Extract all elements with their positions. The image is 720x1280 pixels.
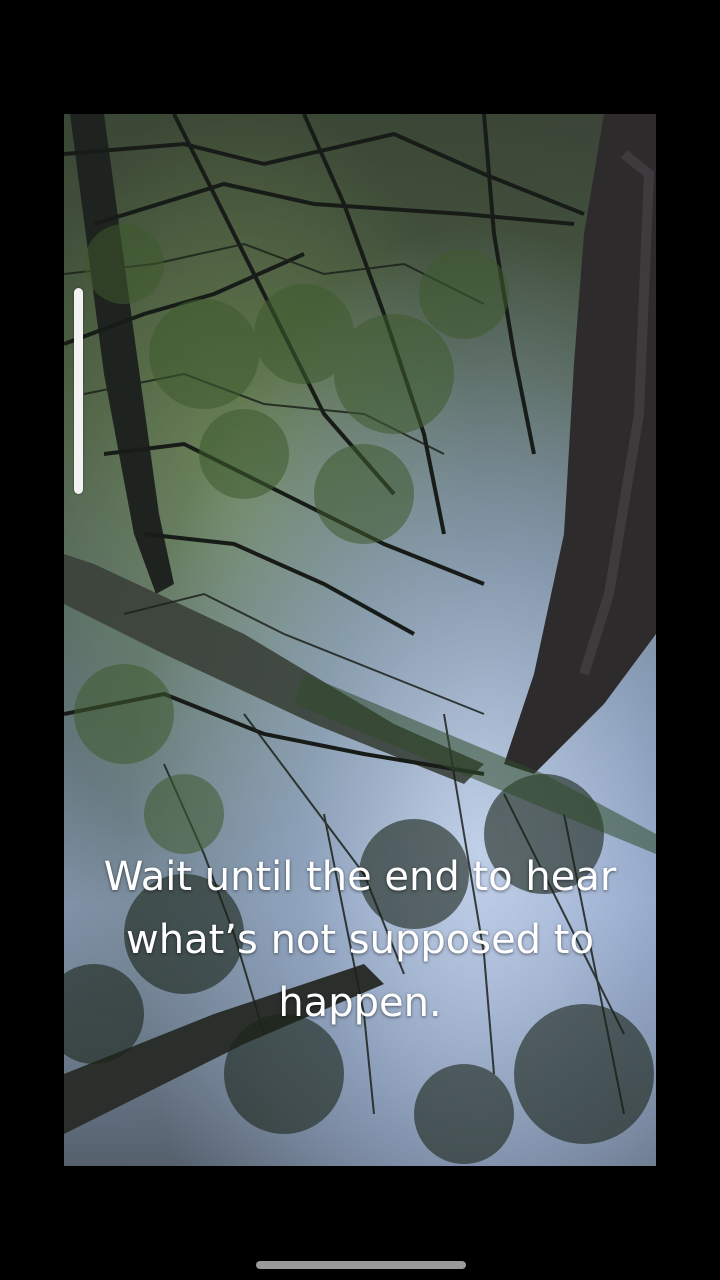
home-indicator[interactable] xyxy=(256,1261,466,1269)
caption-line: Wait until the end to hear xyxy=(103,854,617,900)
caption-line: happen. xyxy=(278,980,442,1026)
video-progress-bar[interactable] xyxy=(74,288,83,494)
video-caption: Wait until the end to hear what’s not su… xyxy=(64,846,656,1035)
caption-line: what’s not supposed to xyxy=(126,917,594,963)
